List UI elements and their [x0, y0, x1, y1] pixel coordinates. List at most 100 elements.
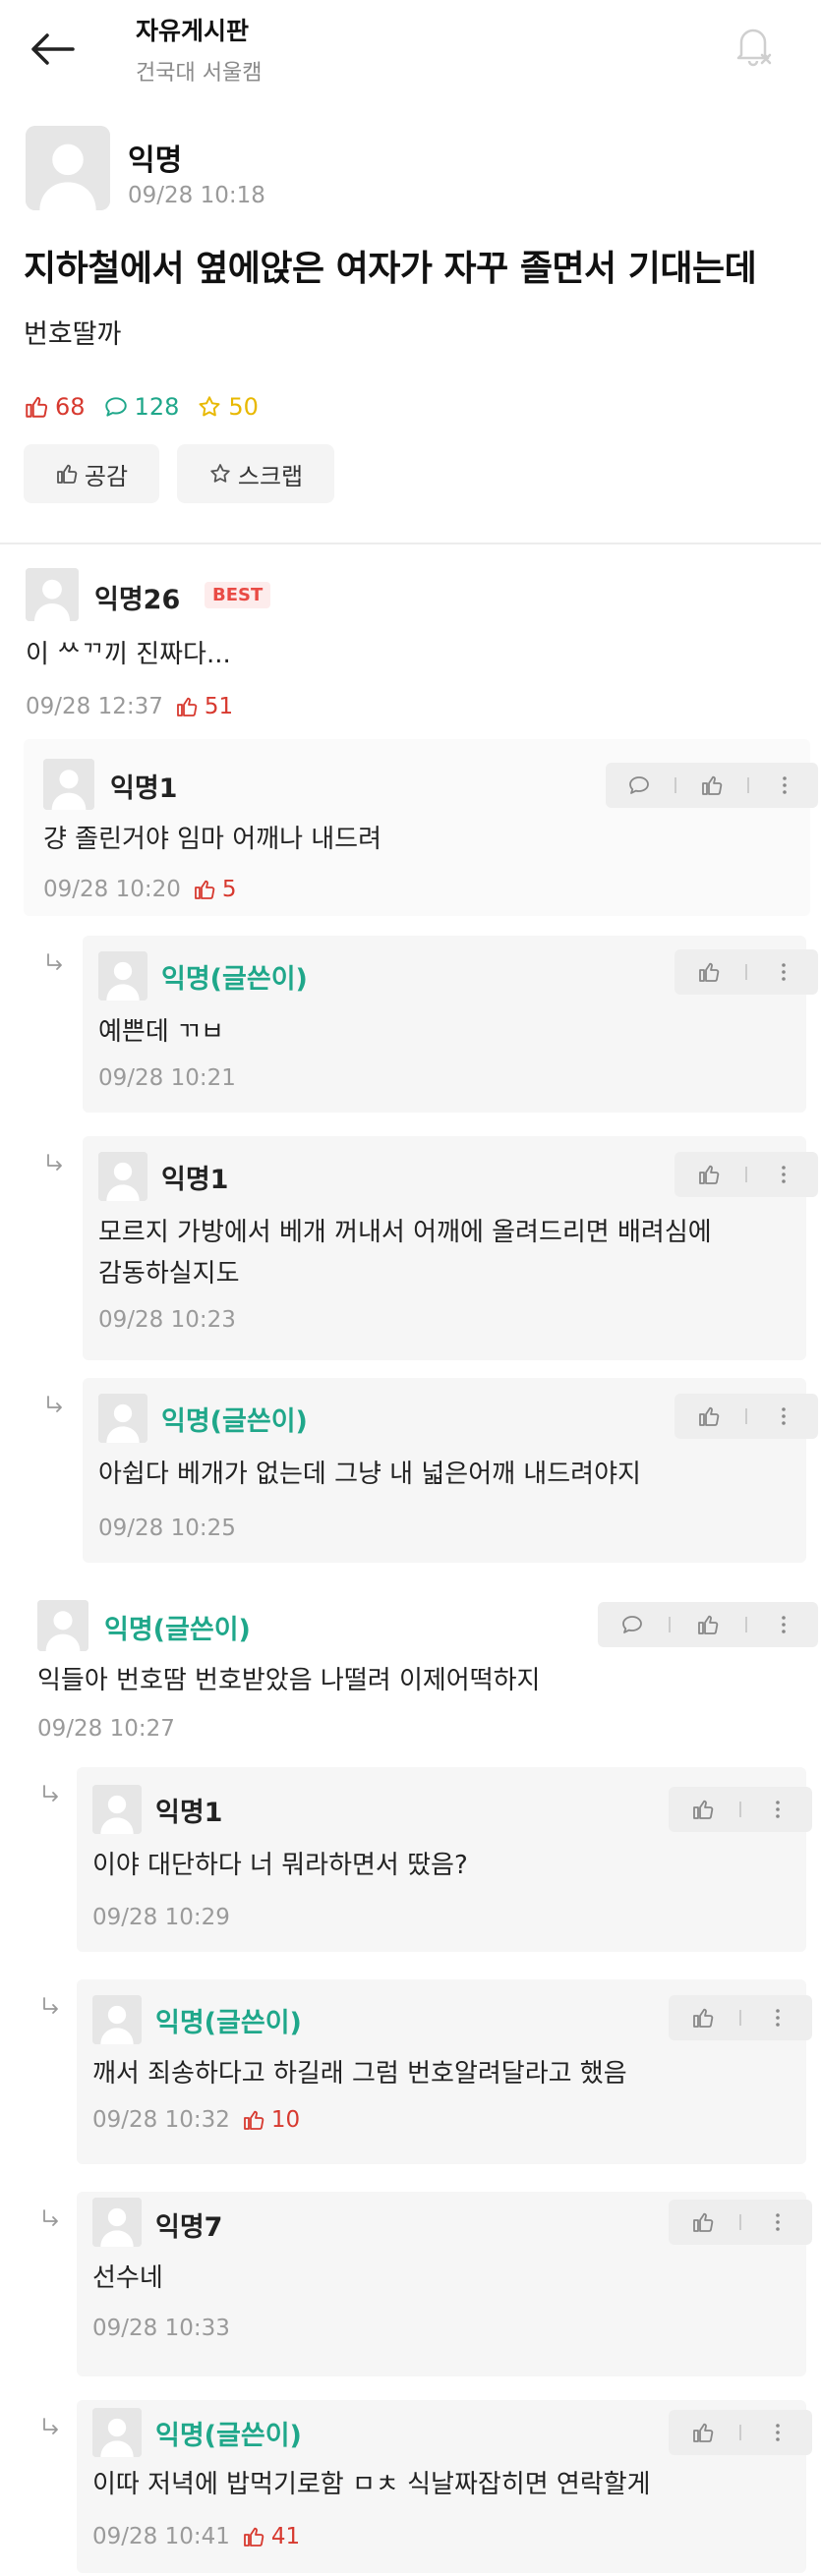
thumb-up-icon[interactable]	[691, 2421, 715, 2444]
comment-time: 09/28 10:20	[43, 877, 181, 902]
comment-author: 익명(글쓴이)	[155, 2421, 302, 2451]
avatar	[98, 1394, 147, 1443]
post-author-avatar	[26, 126, 110, 210]
more-vertical-icon[interactable]	[772, 960, 795, 984]
comment-text: 모르지 가방에서 베개 꺼내서 어깨에 올려드리면 배려심에	[98, 1218, 712, 1247]
top-bar: 자유게시판 건국대 서울캠	[0, 0, 821, 98]
school-name: 건국대 서울캠	[136, 61, 263, 86]
avatar	[98, 951, 147, 1001]
comment-text: 걍 졸린거야 임마 어깨나 내드려	[43, 825, 382, 854]
avatar	[92, 2198, 142, 2247]
avatar-icon	[98, 1152, 147, 1201]
comment-author: 익명1	[110, 773, 178, 804]
scrap-button[interactable]: 스크랩	[177, 444, 334, 503]
more-vertical-icon[interactable]	[766, 2421, 790, 2444]
reply-actions	[669, 2200, 812, 2245]
more-vertical-icon[interactable]	[766, 2210, 790, 2234]
comment-meta: 09/28 10:23	[98, 1307, 236, 1333]
comment-meta: 09/28 10:25	[98, 1516, 236, 1541]
scrap-count: 50	[197, 393, 259, 421]
thumb-up-icon[interactable]	[697, 1163, 721, 1186]
more-vertical-icon[interactable]	[766, 2006, 790, 2030]
more-vertical-icon[interactable]	[772, 1404, 795, 1428]
avatar-icon	[92, 2408, 142, 2457]
thumb-up-icon	[242, 2108, 265, 2132]
comment-time: 09/28 10:21	[98, 1065, 236, 1091]
comment-time: 09/28 10:27	[37, 1716, 175, 1742]
comment-time: 09/28 10:41	[92, 2524, 230, 2549]
thumb-up-icon[interactable]	[697, 1404, 721, 1428]
reply-actions	[674, 1152, 818, 1197]
comment-text: 예쁜데 ㄲㅂ	[98, 1017, 224, 1047]
back-arrow-icon[interactable]	[28, 29, 77, 69]
comment-actions	[606, 763, 818, 808]
comment-count-value: 128	[134, 393, 180, 421]
thumb-up-icon	[175, 695, 199, 718]
comment-text: 이야 대단하다 너 뭐라하면서 땄음?	[92, 1851, 468, 1880]
comment-text: 깨서 죄송하다고 하길래 그럼 번호알려달라고 했음	[92, 2059, 627, 2089]
scrap-count-value: 50	[228, 393, 259, 421]
comment-time: 09/28 10:23	[98, 1307, 236, 1333]
comment-like-count: 51	[204, 694, 234, 719]
post-title: 지하철에서 옆에앉은 여자가 자꾸 졸면서 기대는데	[24, 249, 757, 289]
reply-arrow-icon	[43, 951, 67, 975]
scrap-button-label: 스크랩	[237, 462, 304, 490]
more-vertical-icon[interactable]	[773, 773, 796, 797]
like-button[interactable]: 공감	[24, 444, 159, 503]
comment-time: 09/28 10:29	[92, 1905, 230, 1930]
comment-likes: 5	[193, 877, 237, 902]
comment-meta: 09/28 10:27	[37, 1716, 175, 1742]
bell-off-icon[interactable]	[728, 20, 779, 71]
comment-meta: 09/28 10:32 10	[92, 2107, 300, 2133]
comment-text: 아쉽다 베개가 없는데 그냥 내 넓은어깨 내드려야지	[98, 1460, 641, 1489]
star-icon	[197, 394, 222, 420]
avatar-icon	[92, 1785, 142, 1834]
board-title: 자유게시판	[136, 17, 250, 45]
comment-like-count: 5	[221, 877, 237, 902]
star-icon	[208, 462, 232, 486]
like-button-label: 공감	[84, 462, 129, 490]
comment-text: 이따 저녁에 밥먹기로함 ㅁㅊ 식날짜잡히면 연락할게	[92, 2470, 651, 2499]
post-divider	[0, 543, 821, 544]
comment-meta: 09/28 10:41 41	[92, 2524, 300, 2549]
comment-count: 128	[103, 393, 180, 421]
thumb-up-icon[interactable]	[691, 2006, 715, 2030]
comment-author: 익명26	[94, 585, 181, 615]
speech-bubble-icon[interactable]	[627, 773, 651, 797]
comment-meta: 09/28 10:20 5	[43, 877, 237, 902]
avatar	[98, 1152, 147, 1201]
comment-author: 익명(글쓴이)	[161, 1406, 308, 1437]
more-vertical-icon[interactable]	[772, 1613, 795, 1636]
comment-actions	[598, 1602, 818, 1647]
reply-actions	[669, 2410, 812, 2455]
comment-meta: 09/28 12:37 51	[26, 694, 233, 719]
thumb-up-icon[interactable]	[700, 773, 724, 797]
comment-author: 익명(글쓴이)	[161, 964, 308, 995]
thumb-up-icon[interactable]	[697, 960, 721, 984]
comment-likes: 51	[175, 694, 233, 719]
comment-text-line2: 감동하실지도	[98, 1259, 240, 1288]
avatar-icon	[26, 126, 110, 210]
more-vertical-icon[interactable]	[772, 1163, 795, 1186]
comment-author: 익명7	[155, 2212, 223, 2243]
thumb-up-icon[interactable]	[696, 1613, 720, 1636]
thumb-up-icon	[193, 878, 216, 901]
comment-time: 09/28 10:32	[92, 2107, 230, 2133]
more-vertical-icon[interactable]	[766, 1798, 790, 1821]
reply-actions	[669, 1995, 812, 2040]
comment-text: 이 ᄊᄁ끼 진짜다...	[26, 640, 231, 669]
comment-author: 익명1	[155, 1798, 223, 1828]
thumb-up-icon[interactable]	[691, 2210, 715, 2234]
thumb-up-icon[interactable]	[691, 1798, 715, 1821]
comment-likes: 41	[242, 2524, 300, 2549]
avatar-icon	[98, 1394, 147, 1443]
comment-author: 익명(글쓴이)	[104, 1615, 251, 1645]
comment-like-count: 10	[270, 2107, 301, 2133]
avatar-icon	[92, 1995, 142, 2044]
comment-meta: 09/28 10:29	[92, 1905, 230, 1930]
speech-bubble-icon	[103, 394, 129, 420]
reply-arrow-icon	[39, 1995, 63, 2019]
comment-time: 09/28 10:33	[92, 2316, 230, 2341]
thumb-up-icon	[242, 2525, 265, 2548]
speech-bubble-icon[interactable]	[620, 1613, 644, 1636]
